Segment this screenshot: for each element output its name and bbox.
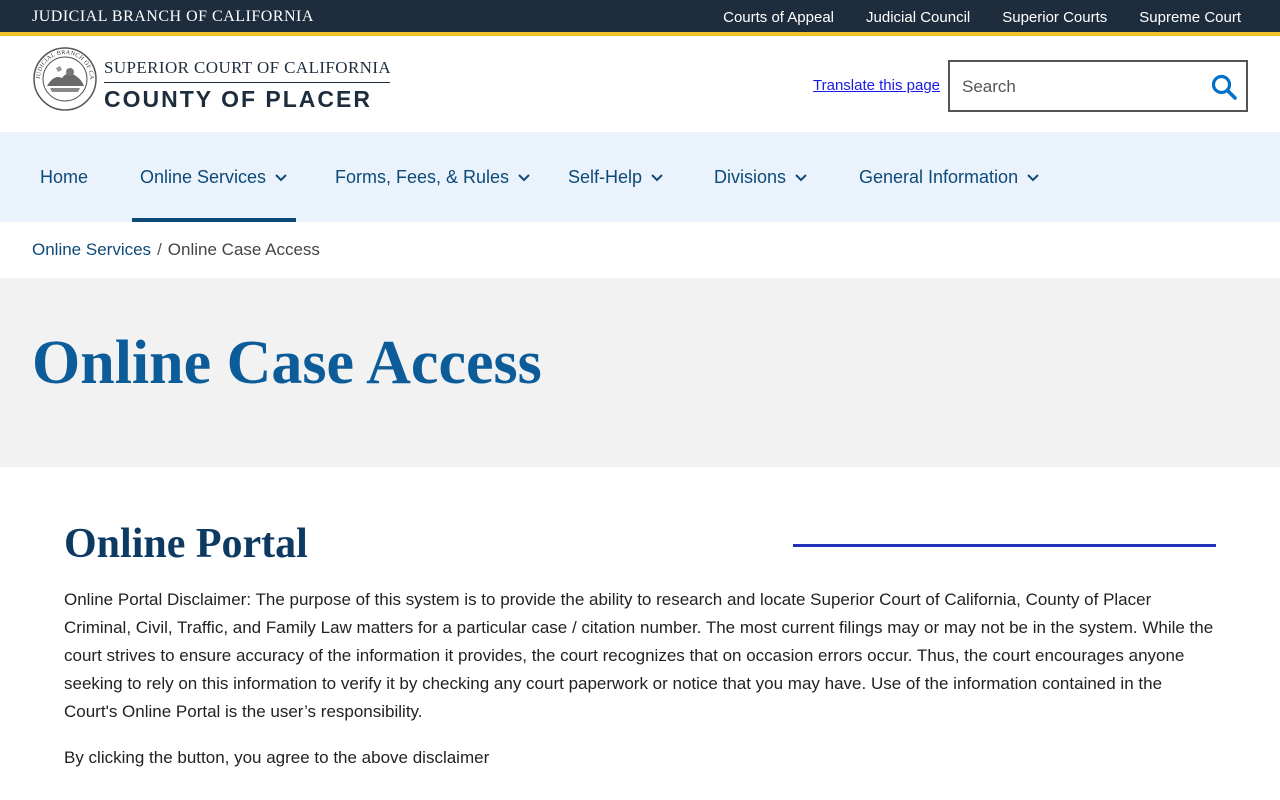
nav-general-information[interactable]: General Information <box>859 132 1040 222</box>
court-logo[interactable]: JUDICIAL BRANCH OF CALIFORNIA SUPERIOR C… <box>32 46 392 112</box>
nav-home[interactable]: Home <box>40 132 88 222</box>
section-heading: Online Portal <box>64 521 308 567</box>
search-icon[interactable] <box>1210 73 1238 101</box>
chevron-down-icon <box>1027 174 1039 182</box>
breadcrumb: Online Services / Online Case Access <box>32 240 320 260</box>
breadcrumb-separator: / <box>157 240 162 259</box>
nav-online-services-label: Online Services <box>140 166 267 187</box>
judicial-branch-label[interactable]: JUDICIAL BRANCH OF CALIFORNIA <box>32 8 314 26</box>
link-supreme-court[interactable]: Supreme Court <box>1139 9 1241 26</box>
logo-county-name: COUNTY OF PLACER <box>104 86 372 112</box>
search-input[interactable] <box>962 74 1202 100</box>
nav-general-info-label: General Information <box>859 166 1019 187</box>
top-utility-bar: JUDICIAL BRANCH OF CALIFORNIA Courts of … <box>0 0 1280 36</box>
chevron-down-icon <box>518 174 530 182</box>
logo-divider <box>104 82 390 83</box>
chevron-down-icon <box>275 174 287 182</box>
nav-online-services[interactable]: Online Services <box>131 132 297 222</box>
page-title-band: Online Case Access <box>0 278 1280 467</box>
breadcrumb-online-services[interactable]: Online Services <box>32 240 151 259</box>
agree-text: By clicking the button, you agree to the… <box>64 748 490 767</box>
chevron-down-icon <box>795 174 807 182</box>
nav-home-label: Home <box>40 166 89 187</box>
disclaimer-text: Online Portal Disclaimer: The purpose of… <box>64 590 1214 721</box>
main-navigation: Home Online Services Forms, Fees, & Rule… <box>0 132 1280 222</box>
nav-forms-fees-rules[interactable]: Forms, Fees, & Rules <box>335 132 531 222</box>
chevron-down-icon <box>651 174 663 182</box>
nav-forms-label: Forms, Fees, & Rules <box>335 166 510 187</box>
nav-divisions-label: Divisions <box>714 166 787 187</box>
nav-divisions[interactable]: Divisions <box>714 132 808 222</box>
link-superior-courts[interactable]: Superior Courts <box>1002 9 1107 26</box>
link-judicial-council[interactable]: Judicial Council <box>866 9 970 26</box>
court-seal-icon: JUDICIAL BRANCH OF CALIFORNIA <box>32 46 97 111</box>
link-courts-of-appeal[interactable]: Courts of Appeal <box>723 9 834 26</box>
nav-self-help[interactable]: Self-Help <box>568 132 664 222</box>
nav-self-help-label: Self-Help <box>568 166 643 187</box>
top-links: Courts of Appeal Judicial Council Superi… <box>723 9 1241 26</box>
search-box <box>948 60 1248 112</box>
page-title: Online Case Access <box>32 329 542 397</box>
translate-link[interactable]: Translate this page <box>813 77 940 94</box>
logo-court-name: SUPERIOR COURT OF CALIFORNIA <box>104 58 392 77</box>
breadcrumb-current: Online Case Access <box>167 240 320 259</box>
heading-divider <box>793 544 1216 547</box>
site-header: JUDICIAL BRANCH OF CALIFORNIA SUPERIOR C… <box>0 40 1280 132</box>
